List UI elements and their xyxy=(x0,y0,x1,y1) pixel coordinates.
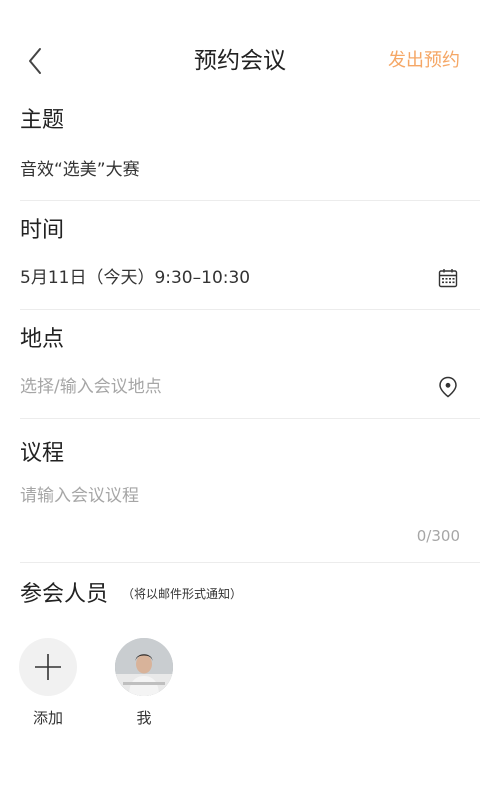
attendee-me-label: 我 xyxy=(136,709,152,727)
add-circle[interactable] xyxy=(19,638,77,696)
attendees-header: 参会人员 （将以邮件形式通知） xyxy=(20,580,480,610)
user-photo-icon xyxy=(115,638,173,696)
agenda-char-counter: 0/300 xyxy=(416,527,460,545)
location-pin-icon[interactable] xyxy=(436,375,460,399)
location-input[interactable]: 选择/输入会议地点 xyxy=(20,375,162,399)
topic-label: 主题 xyxy=(20,108,65,133)
attendees-label: 参会人员 xyxy=(20,582,109,607)
location-label: 地点 xyxy=(20,327,65,352)
avatar xyxy=(115,638,173,696)
attendee-me[interactable]: 我 xyxy=(114,638,174,728)
time-label: 时间 xyxy=(20,218,65,243)
add-attendee-button[interactable]: 添加 xyxy=(18,638,78,728)
agenda-label: 议程 xyxy=(20,441,65,466)
divider xyxy=(20,200,480,201)
calendar-icon[interactable] xyxy=(436,266,460,290)
divider xyxy=(20,562,480,563)
plus-icon xyxy=(35,654,61,680)
time-field[interactable]: 5月11日（今天）9:30–10:30 xyxy=(20,266,250,290)
agenda-input[interactable]: 请输入会议议程 xyxy=(20,484,139,508)
add-attendee-label: 添加 xyxy=(32,709,63,727)
header-bar: 预约会议 发出预约 xyxy=(0,0,480,100)
divider xyxy=(20,309,480,310)
topic-field[interactable]: 音效“选美”大赛 xyxy=(20,158,140,182)
submit-button[interactable]: 发出预约 xyxy=(388,44,460,78)
divider xyxy=(20,418,480,419)
attendees-note: （将以邮件形式通知） xyxy=(122,587,243,601)
